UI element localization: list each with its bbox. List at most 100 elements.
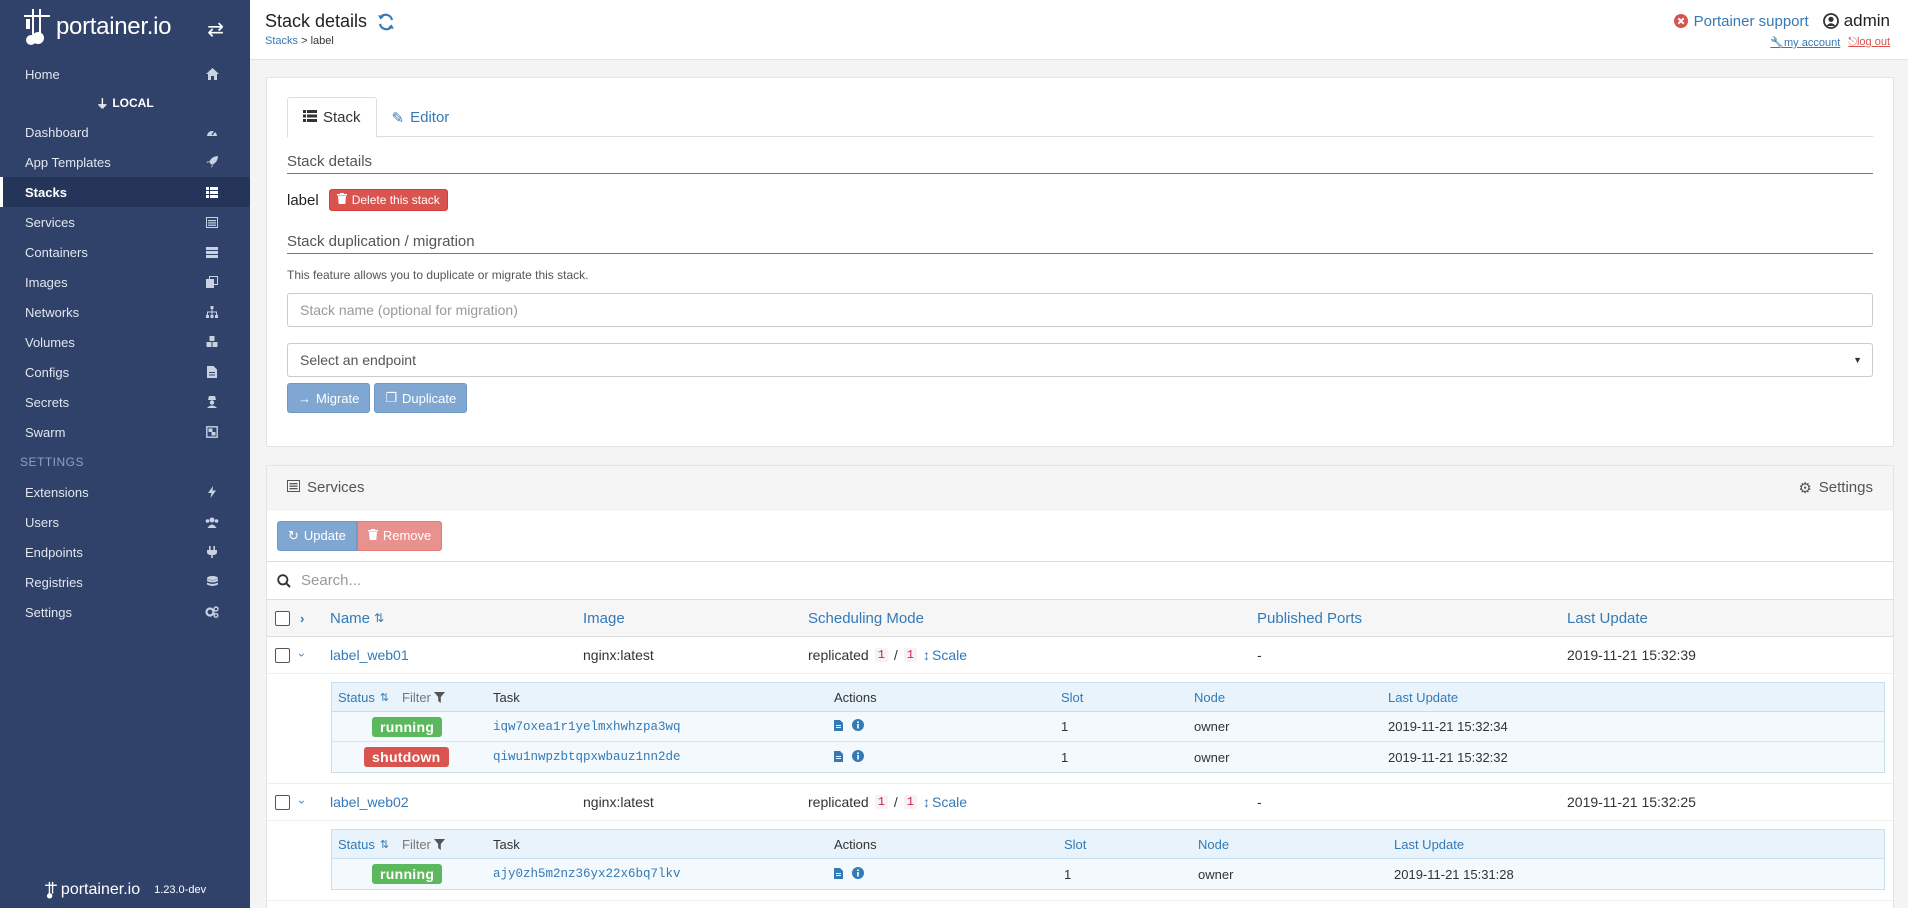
task-inspect-info-icon[interactable] bbox=[852, 749, 864, 765]
sidebar-item-users[interactable]: Users bbox=[0, 507, 250, 537]
status-badge: running bbox=[372, 716, 443, 737]
sort-icon: ⇅ bbox=[379, 838, 390, 851]
services-list-icon bbox=[287, 479, 300, 496]
task-inspect-info-icon[interactable] bbox=[852, 719, 864, 734]
sidebar-item-containers[interactable]: Containers bbox=[0, 237, 250, 267]
tasks-panel: Status ⇅ Filter Task Actions Slot Node Last Upd… bbox=[267, 821, 1893, 901]
tab-stack[interactable]: Stack bbox=[287, 97, 377, 138]
support-link[interactable]: Portainer support bbox=[1673, 13, 1809, 30]
status-badge: shutdown bbox=[364, 747, 449, 767]
task-last-update: 2019-11-21 15:31:28 bbox=[1394, 866, 1514, 882]
status-filter-button[interactable]: Filter bbox=[402, 683, 445, 711]
column-last-update[interactable]: Last Update bbox=[1388, 683, 1458, 711]
row-checkbox[interactable] bbox=[275, 794, 290, 810]
stack-tabs: Stack ✎ Editor bbox=[287, 97, 1873, 138]
sort-icon: ⇅ bbox=[379, 691, 390, 704]
sidebar-item-secrets[interactable]: Secrets bbox=[0, 387, 250, 417]
plug-icon bbox=[204, 546, 220, 558]
sidebar-item-dashboard[interactable]: Dashboard bbox=[0, 117, 250, 147]
sidebar-item-services[interactable]: Services bbox=[0, 207, 250, 237]
sidebar-item-configs[interactable]: Configs bbox=[0, 357, 250, 387]
column-node[interactable]: Node bbox=[1198, 830, 1229, 858]
column-slot[interactable]: Slot bbox=[1061, 683, 1083, 711]
table-settings-button[interactable]: ⚙ Settings bbox=[1798, 479, 1873, 497]
expand-all-icon[interactable]: › bbox=[300, 611, 304, 626]
sidebar-item-label: Services bbox=[25, 214, 75, 230]
task-id-link[interactable]: iqw7oxea1r1yelmxhwhzpa3wq bbox=[493, 712, 681, 741]
tab-editor[interactable]: ✎ Editor bbox=[377, 97, 465, 138]
task-id-link[interactable]: qiwu1nwpzbtqpxwbauz1nn2de bbox=[493, 742, 681, 772]
log-out-link[interactable]: ⎋log out bbox=[1848, 36, 1890, 49]
service-name-link[interactable]: label_web01 bbox=[330, 647, 409, 663]
my-account-link[interactable]: 🔧my account bbox=[1770, 36, 1840, 49]
column-node[interactable]: Node bbox=[1194, 683, 1225, 711]
column-image[interactable]: Image bbox=[583, 610, 625, 627]
column-scheduling-mode[interactable]: Scheduling Mode bbox=[808, 610, 924, 627]
column-name[interactable]: Name ⇅ bbox=[330, 610, 384, 627]
caret-down-icon: ▼ bbox=[1853, 355, 1862, 365]
sidebar-item-images[interactable]: Images bbox=[0, 267, 250, 297]
duplicate-button[interactable]: ❐ Duplicate bbox=[374, 383, 468, 413]
remove-button[interactable]: Remove bbox=[356, 520, 443, 551]
task-node: owner bbox=[1198, 866, 1234, 882]
service-name-link[interactable]: label_web02 bbox=[330, 794, 409, 810]
scale-button[interactable]: ↕ Scale bbox=[923, 794, 967, 810]
task-inspect-info-icon[interactable] bbox=[852, 866, 864, 882]
filter-icon bbox=[433, 838, 445, 850]
row-checkbox[interactable] bbox=[275, 647, 290, 663]
migrate-button[interactable]: → Migrate bbox=[287, 383, 371, 413]
refresh-icon[interactable] bbox=[377, 13, 395, 31]
sidebar-footer: portainer.io 1.23.0-dev bbox=[0, 872, 250, 908]
sidebar-toggle-icon[interactable]: ⇄ bbox=[207, 17, 224, 42]
sidebar-item-extensions[interactable]: Extensions bbox=[0, 477, 250, 507]
sidebar-item-registries[interactable]: Registries bbox=[0, 567, 250, 597]
task-row: shutdown qiwu1nwpzbtqpxwbauz1nn2de 1 owner 2… bbox=[332, 742, 1884, 772]
breadcrumb-stacks-link[interactable]: Stacks bbox=[265, 35, 298, 47]
task-logs-icon[interactable] bbox=[834, 750, 843, 765]
sidebar-item-volumes[interactable]: Volumes bbox=[0, 327, 250, 357]
portainer-logo[interactable]: portainer.io bbox=[22, 7, 171, 47]
expand-row-icon[interactable]: › bbox=[295, 653, 309, 657]
list-icon bbox=[204, 186, 220, 198]
sidebar-item-swarm[interactable]: Swarm bbox=[0, 417, 250, 447]
service-row: › label_web02 nginx:latest replicated 1/1 ↕ Sc… bbox=[267, 784, 1893, 821]
last-update: 2019-11-21 15:32:25 bbox=[1567, 794, 1696, 810]
sidebar-item-label: Swarm bbox=[25, 424, 66, 440]
portainer-crane-icon bbox=[45, 881, 57, 899]
update-button[interactable]: ↻ Update bbox=[277, 520, 357, 551]
expand-row-icon[interactable]: › bbox=[295, 800, 309, 804]
status-filter-button[interactable]: Filter bbox=[402, 830, 445, 858]
select-all-checkbox[interactable] bbox=[275, 610, 290, 626]
sidebar-item-label: Images bbox=[25, 274, 68, 290]
column-last-update[interactable]: Last Update bbox=[1567, 610, 1648, 627]
scale-button[interactable]: ↕ Scale bbox=[923, 647, 967, 663]
column-published-ports[interactable]: Published Ports bbox=[1257, 610, 1362, 627]
sidebar-item-home[interactable]: Home bbox=[0, 59, 250, 89]
column-last-update[interactable]: Last Update bbox=[1394, 830, 1464, 858]
services-table-header: › Name ⇅ Image Scheduling Mode Published … bbox=[267, 600, 1893, 637]
task-logs-icon[interactable] bbox=[834, 867, 843, 882]
plug-icon: ⏚ bbox=[96, 96, 109, 111]
delete-stack-button[interactable]: Delete this stack bbox=[328, 189, 448, 211]
search-input[interactable]: Search... bbox=[301, 572, 361, 589]
services-search[interactable]: Search... bbox=[267, 562, 1893, 600]
sidebar-item-label: Networks bbox=[25, 304, 80, 320]
task-node: owner bbox=[1194, 749, 1230, 765]
home-icon bbox=[204, 68, 220, 80]
stack-name-input[interactable]: Stack name (optional for migration) bbox=[287, 293, 1873, 327]
desired-replicas: 1 bbox=[903, 795, 917, 809]
endpoint-select[interactable]: Select an endpoint ▼ bbox=[287, 343, 1873, 377]
column-slot[interactable]: Slot bbox=[1064, 830, 1086, 858]
task-logs-icon[interactable] bbox=[834, 719, 843, 734]
sidebar-item-app-templates[interactable]: App Templates bbox=[0, 147, 250, 177]
long-arrow-right-icon: → bbox=[298, 390, 311, 406]
task-id-link[interactable]: ajy0zh5m2nz36yx22x6bq7lkv bbox=[493, 859, 681, 889]
sidebar-item-settings[interactable]: Settings bbox=[0, 597, 250, 627]
rocket-icon bbox=[204, 156, 220, 168]
service-row: › label_web01 nginx:latest replicated 1/1 ↕ Sc… bbox=[267, 637, 1893, 674]
sidebar-item-endpoints[interactable]: Endpoints bbox=[0, 537, 250, 567]
column-status[interactable]: Status ⇅ bbox=[338, 830, 389, 858]
column-status[interactable]: Status ⇅ bbox=[338, 683, 389, 711]
sidebar-item-stacks[interactable]: Stacks bbox=[0, 177, 250, 207]
sidebar-item-networks[interactable]: Networks bbox=[0, 297, 250, 327]
